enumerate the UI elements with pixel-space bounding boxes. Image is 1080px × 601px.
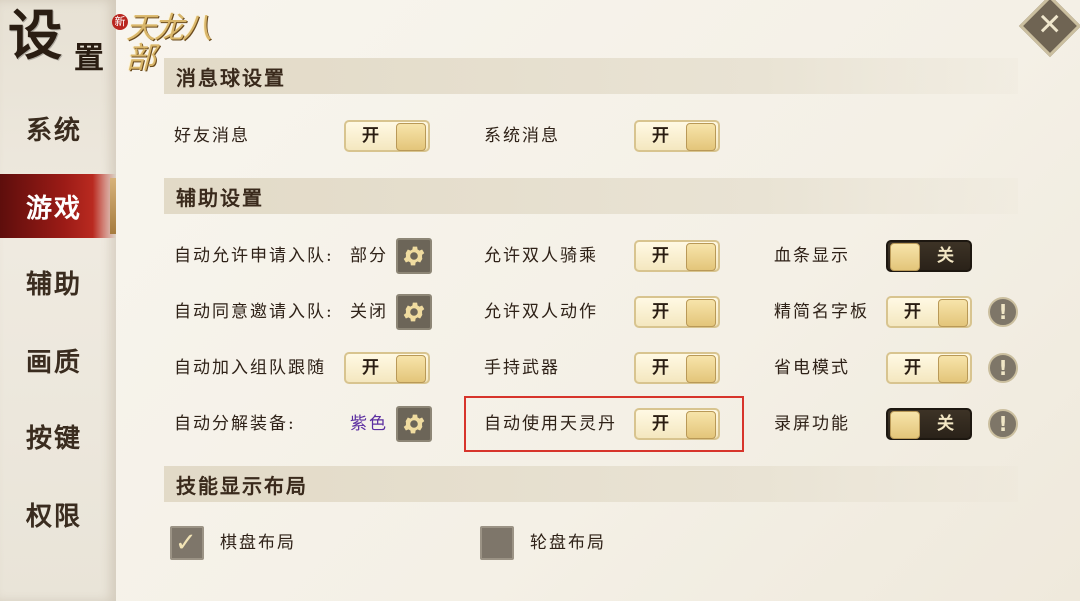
gear-icon bbox=[403, 414, 425, 434]
sidebar-item-game[interactable]: 游戏 bbox=[0, 174, 116, 238]
wheel-layout-label: 轮盘布局 bbox=[530, 533, 606, 553]
gear-icon bbox=[403, 302, 425, 322]
toggle-knob bbox=[686, 243, 716, 271]
auto-agree-invite-label: 自动同意邀请入队: bbox=[174, 302, 334, 322]
auto-decompose-settings-button[interactable] bbox=[396, 406, 432, 442]
simple-nameplate-label: 精简名字板 bbox=[774, 302, 869, 322]
sidebar-item-permissions[interactable]: 权限 bbox=[0, 482, 116, 546]
game-logo: 新 天龙八部 bbox=[112, 10, 236, 74]
section-title: 消息球设置 bbox=[176, 65, 286, 90]
auto-allow-team-value: 部分 bbox=[350, 246, 388, 266]
toggle-state: 开 bbox=[652, 358, 669, 378]
sidebar: 设 置 系统 游戏 辅助 画质 按键 权限 bbox=[0, 0, 116, 601]
sidebar-item-label: 按键 bbox=[26, 423, 83, 454]
toggle-knob bbox=[396, 355, 426, 383]
power-save-label: 省电模式 bbox=[774, 358, 850, 378]
settings-title-main: 设 bbox=[8, 3, 64, 67]
allow-double-ride-label: 允许双人骑乘 bbox=[484, 246, 598, 266]
hp-bar-label: 血条显示 bbox=[774, 246, 850, 266]
auto-decompose-label: 自动分解装备: bbox=[174, 414, 296, 434]
auto-agree-invite-settings-button[interactable] bbox=[396, 294, 432, 330]
toggle-knob bbox=[890, 243, 920, 271]
toggle-state: 开 bbox=[362, 358, 379, 378]
allow-double-action-toggle[interactable]: 开 bbox=[634, 296, 720, 328]
hold-weapon-toggle[interactable]: 开 bbox=[634, 352, 720, 384]
system-message-label: 系统消息 bbox=[484, 126, 560, 146]
chessboard-layout-label: 棋盘布局 bbox=[220, 533, 296, 553]
check-icon: ✓ bbox=[175, 528, 197, 558]
wheel-layout-checkbox[interactable] bbox=[480, 526, 514, 560]
settings-title-sub: 置 bbox=[74, 41, 104, 76]
close-icon: ✕ bbox=[1037, 7, 1063, 43]
hp-bar-toggle[interactable]: 关 bbox=[886, 240, 972, 272]
section-header-skill-layout: 技能显示布局 bbox=[164, 466, 1018, 502]
hold-weapon-label: 手持武器 bbox=[484, 358, 560, 378]
toggle-state: 开 bbox=[652, 302, 669, 322]
screen-record-label: 录屏功能 bbox=[774, 414, 850, 434]
screen-record-toggle[interactable]: 关 bbox=[886, 408, 972, 440]
toggle-state: 开 bbox=[904, 358, 921, 378]
system-message-toggle[interactable]: 开 bbox=[634, 120, 720, 152]
auto-join-follow-label: 自动加入组队跟随 bbox=[174, 358, 326, 378]
sidebar-item-label: 游戏 bbox=[26, 193, 83, 224]
power-save-toggle[interactable]: 开 bbox=[886, 352, 972, 384]
section-title: 技能显示布局 bbox=[176, 473, 308, 498]
screen-record-info-icon[interactable]: ! bbox=[988, 409, 1018, 439]
toggle-knob bbox=[396, 123, 426, 151]
sidebar-item-label: 画质 bbox=[26, 347, 83, 378]
toggle-state: 开 bbox=[904, 302, 921, 322]
auto-allow-team-settings-button[interactable] bbox=[396, 238, 432, 274]
section-header-message-ball: 消息球设置 bbox=[164, 58, 1018, 94]
sidebar-item-graphics[interactable]: 画质 bbox=[0, 328, 116, 392]
auto-decompose-value: 紫色 bbox=[350, 414, 388, 434]
auto-allow-team-label: 自动允许申请入队: bbox=[174, 246, 334, 266]
chessboard-layout-checkbox[interactable]: ✓ bbox=[170, 526, 204, 560]
auto-use-pill-toggle[interactable]: 开 bbox=[634, 408, 720, 440]
toggle-knob bbox=[686, 411, 716, 439]
friend-message-label: 好友消息 bbox=[174, 126, 250, 146]
sidebar-item-keys[interactable]: 按键 bbox=[0, 404, 116, 468]
auto-join-follow-toggle[interactable]: 开 bbox=[344, 352, 430, 384]
toggle-state: 开 bbox=[362, 126, 379, 146]
sidebar-item-label: 系统 bbox=[26, 115, 83, 146]
toggle-knob bbox=[686, 123, 716, 151]
auto-agree-invite-value: 关闭 bbox=[350, 302, 388, 322]
section-header-assist: 辅助设置 bbox=[164, 178, 1018, 214]
power-save-info-icon[interactable]: ! bbox=[988, 353, 1018, 383]
toggle-knob bbox=[890, 411, 920, 439]
friend-message-toggle[interactable]: 开 bbox=[344, 120, 430, 152]
gear-icon bbox=[403, 246, 425, 266]
toggle-knob bbox=[938, 355, 968, 383]
section-title: 辅助设置 bbox=[176, 185, 264, 210]
simple-nameplate-info-icon[interactable]: ! bbox=[988, 297, 1018, 327]
sidebar-item-label: 辅助 bbox=[26, 269, 83, 300]
simple-nameplate-toggle[interactable]: 开 bbox=[886, 296, 972, 328]
toggle-state: 关 bbox=[937, 246, 954, 266]
sidebar-item-system[interactable]: 系统 bbox=[0, 96, 116, 160]
toggle-knob bbox=[938, 299, 968, 327]
allow-double-ride-toggle[interactable]: 开 bbox=[634, 240, 720, 272]
toggle-state: 开 bbox=[652, 246, 669, 266]
toggle-knob bbox=[686, 355, 716, 383]
toggle-knob bbox=[686, 299, 716, 327]
auto-use-pill-label: 自动使用天灵丹 bbox=[484, 414, 617, 434]
allow-double-action-label: 允许双人动作 bbox=[484, 302, 598, 322]
sidebar-item-assist[interactable]: 辅助 bbox=[0, 250, 116, 314]
sidebar-item-label: 权限 bbox=[26, 501, 83, 532]
toggle-state: 开 bbox=[652, 414, 669, 434]
toggle-state: 关 bbox=[937, 414, 954, 434]
toggle-state: 开 bbox=[652, 126, 669, 146]
